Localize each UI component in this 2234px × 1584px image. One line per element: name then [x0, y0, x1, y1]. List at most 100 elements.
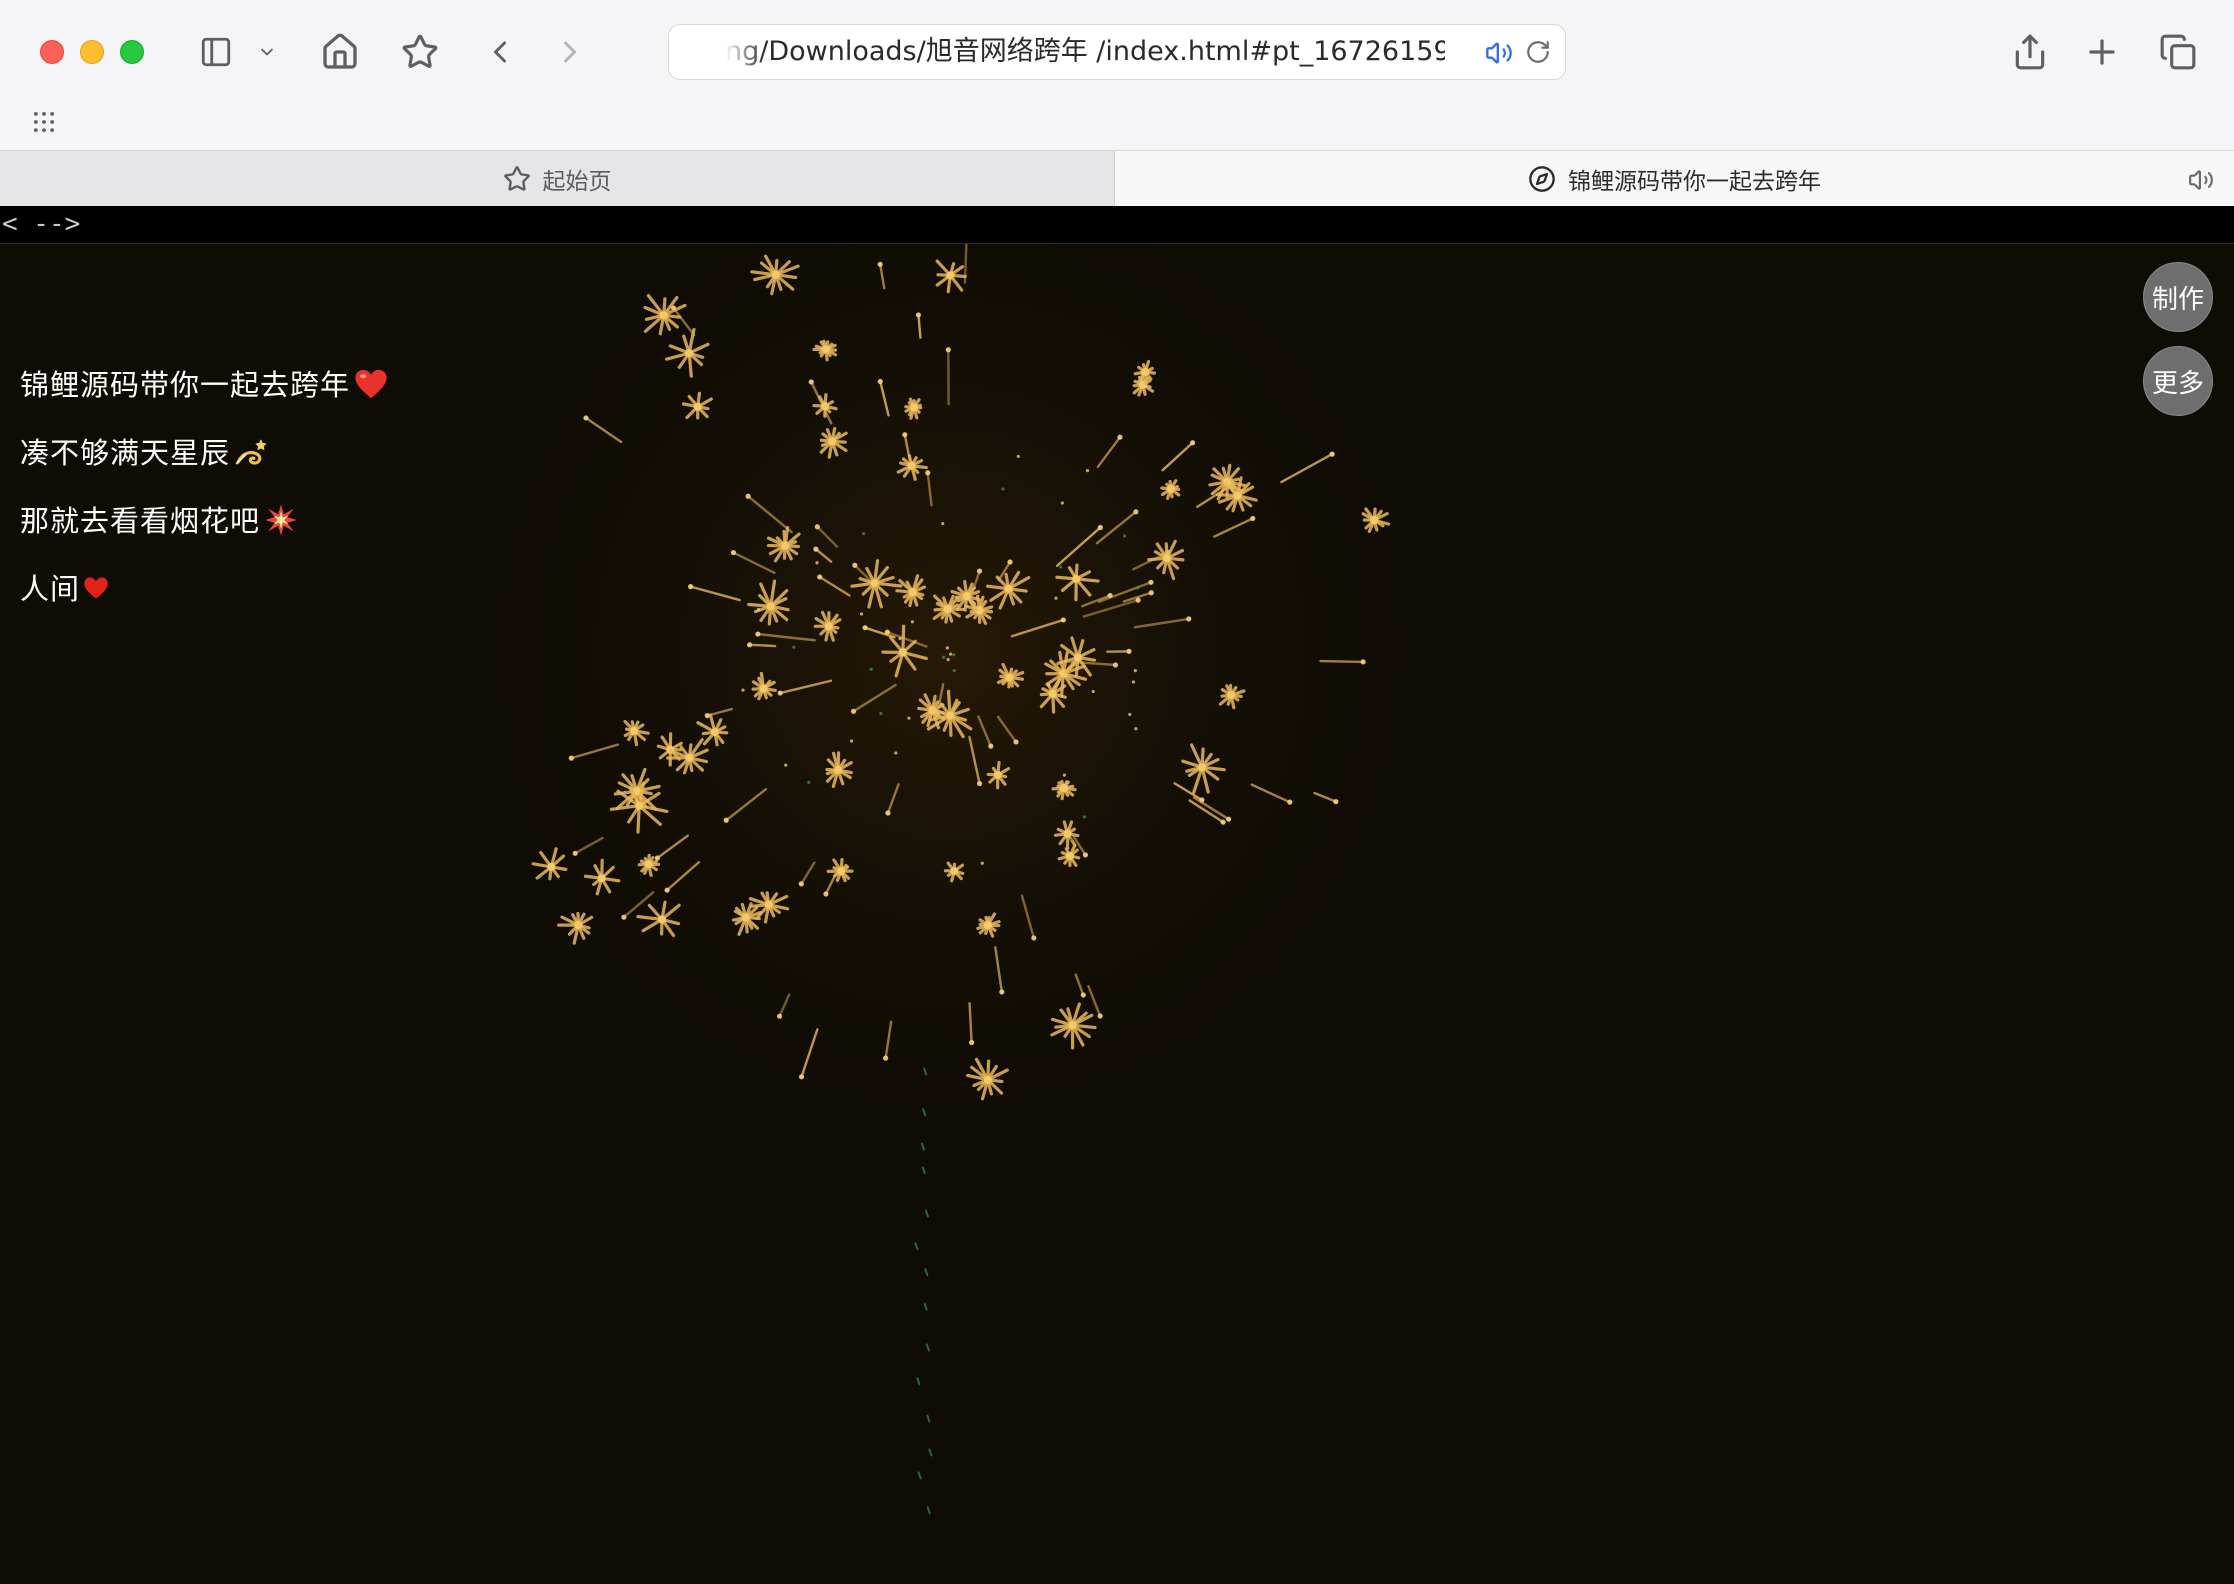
home-icon[interactable] — [314, 26, 366, 78]
firework-spark — [808, 379, 814, 385]
firework-dot — [1016, 454, 1020, 459]
firework-spark — [1082, 852, 1089, 858]
firework-spark — [1333, 799, 1339, 805]
new-tab-icon[interactable] — [2076, 26, 2128, 78]
firework-core — [759, 684, 768, 693]
firework-core — [1162, 554, 1171, 563]
firework-trail-spark — [923, 1302, 928, 1311]
firework-spark — [1031, 935, 1037, 941]
firework-core — [710, 728, 719, 737]
reload-icon[interactable] — [1525, 39, 1551, 69]
firework-dot — [1131, 680, 1136, 684]
firework-spark — [572, 850, 578, 856]
firework-streak — [748, 643, 777, 648]
firework-spark — [1117, 434, 1123, 440]
firework-dot — [1091, 689, 1095, 694]
share-icon[interactable] — [2004, 26, 2056, 78]
minimize-window-button[interactable] — [80, 40, 104, 64]
firework-core — [908, 588, 917, 597]
firework-spark — [687, 584, 694, 590]
firework-trail-spark — [928, 1448, 933, 1457]
firework-dot — [941, 655, 946, 659]
firework-dot — [1054, 596, 1058, 600]
firework-core — [630, 726, 639, 735]
firework-spark — [862, 625, 868, 631]
sidebar-toggle-icon[interactable] — [190, 26, 242, 78]
firework-dot — [807, 780, 811, 784]
firework-spark — [1112, 662, 1119, 668]
firework-spark — [798, 881, 804, 887]
tab-overview-icon[interactable] — [2152, 26, 2204, 78]
speaker-icon[interactable] — [1485, 39, 1513, 71]
firework-spark — [852, 562, 858, 568]
firework-spark — [1060, 617, 1066, 623]
firework-core — [898, 648, 907, 657]
tab-start-page[interactable]: 起始页 — [0, 151, 1115, 207]
firework-spark — [1360, 659, 1366, 665]
firework-spark — [885, 810, 891, 816]
firework-core — [781, 541, 790, 550]
firework-dot — [815, 561, 819, 565]
more-button[interactable]: 更多 — [2143, 346, 2213, 416]
firework-spark — [746, 642, 753, 648]
browser-toolbar: ng/Downloads/旭音网络跨年 /index.html#pt_16726… — [0, 0, 2234, 150]
web-content: < --> 锦鲤源码带你一起去跨年 凑不够满天星辰 那就去看看烟花吧 人间 制作… — [0, 206, 2234, 1584]
firework-dot — [1082, 815, 1086, 819]
star-icon[interactable] — [394, 26, 446, 78]
firework-core — [962, 592, 971, 601]
tab-current-page[interactable]: 锦鲤源码带你一起去跨年 — [1115, 151, 2234, 207]
tab-audio-icon[interactable] — [2188, 167, 2226, 199]
firework-spark — [621, 914, 627, 920]
firework-dot — [952, 653, 956, 657]
fireworks-canvas[interactable] — [0, 244, 2234, 1584]
firework-dot — [1062, 773, 1067, 777]
poem-line: 那就去看看烟花吧 — [20, 498, 298, 544]
firework-spark — [925, 470, 931, 476]
firework-core — [1060, 784, 1069, 793]
make-button[interactable]: 制作 — [2143, 262, 2213, 332]
forward-icon[interactable] — [546, 26, 594, 78]
firework-trail-spark — [926, 1414, 931, 1423]
firework-dot — [952, 668, 956, 673]
poem-line-text: 人间 — [20, 572, 81, 606]
firework-dot — [1060, 501, 1064, 505]
back-icon[interactable] — [476, 26, 524, 78]
chevron-down-icon[interactable] — [254, 26, 280, 78]
firework-spark — [1148, 590, 1154, 596]
firework-spark — [1133, 509, 1139, 515]
firework-dot — [1059, 565, 1063, 569]
address-text[interactable]: ng/Downloads/旭音网络跨年 /index.html#pt_16726… — [725, 25, 1445, 79]
poem-line: 锦鲤源码带你一起去跨年 — [20, 362, 388, 407]
maximize-window-button[interactable] — [120, 40, 144, 64]
firework-core — [741, 913, 750, 922]
firework-dot — [1134, 727, 1138, 731]
firework-spark — [1190, 440, 1196, 446]
grid-icon[interactable] — [30, 108, 58, 140]
firework-spark — [969, 1039, 975, 1046]
firework-core — [984, 921, 993, 930]
firework-core — [946, 271, 955, 280]
firework-spark — [583, 415, 589, 421]
firework-spark — [664, 887, 670, 893]
firework-core — [946, 711, 955, 720]
firework-spark — [730, 550, 737, 556]
firework-core — [1005, 673, 1014, 682]
firework-core — [1166, 485, 1175, 494]
firework-spark — [988, 743, 994, 749]
address-bar[interactable]: ng/Downloads/旭音网络跨年 /index.html#pt_16726… — [668, 24, 1566, 80]
firework-spark — [1148, 579, 1154, 585]
firework-core — [635, 801, 644, 810]
close-window-button[interactable] — [40, 40, 64, 64]
firework-spark — [1135, 597, 1141, 603]
firework-spark — [976, 780, 983, 787]
poem-line-text: 那就去看看烟花吧 — [20, 504, 261, 538]
firework-spark — [877, 261, 883, 267]
red-heart-icon — [354, 368, 388, 407]
firework-dot — [910, 620, 915, 624]
poem-line: 人间 — [20, 566, 110, 608]
star-icon — [503, 166, 530, 191]
firework-spark — [850, 708, 857, 714]
firework-core — [1065, 851, 1074, 860]
firework-spark — [1080, 992, 1086, 998]
firework-core — [659, 311, 668, 320]
